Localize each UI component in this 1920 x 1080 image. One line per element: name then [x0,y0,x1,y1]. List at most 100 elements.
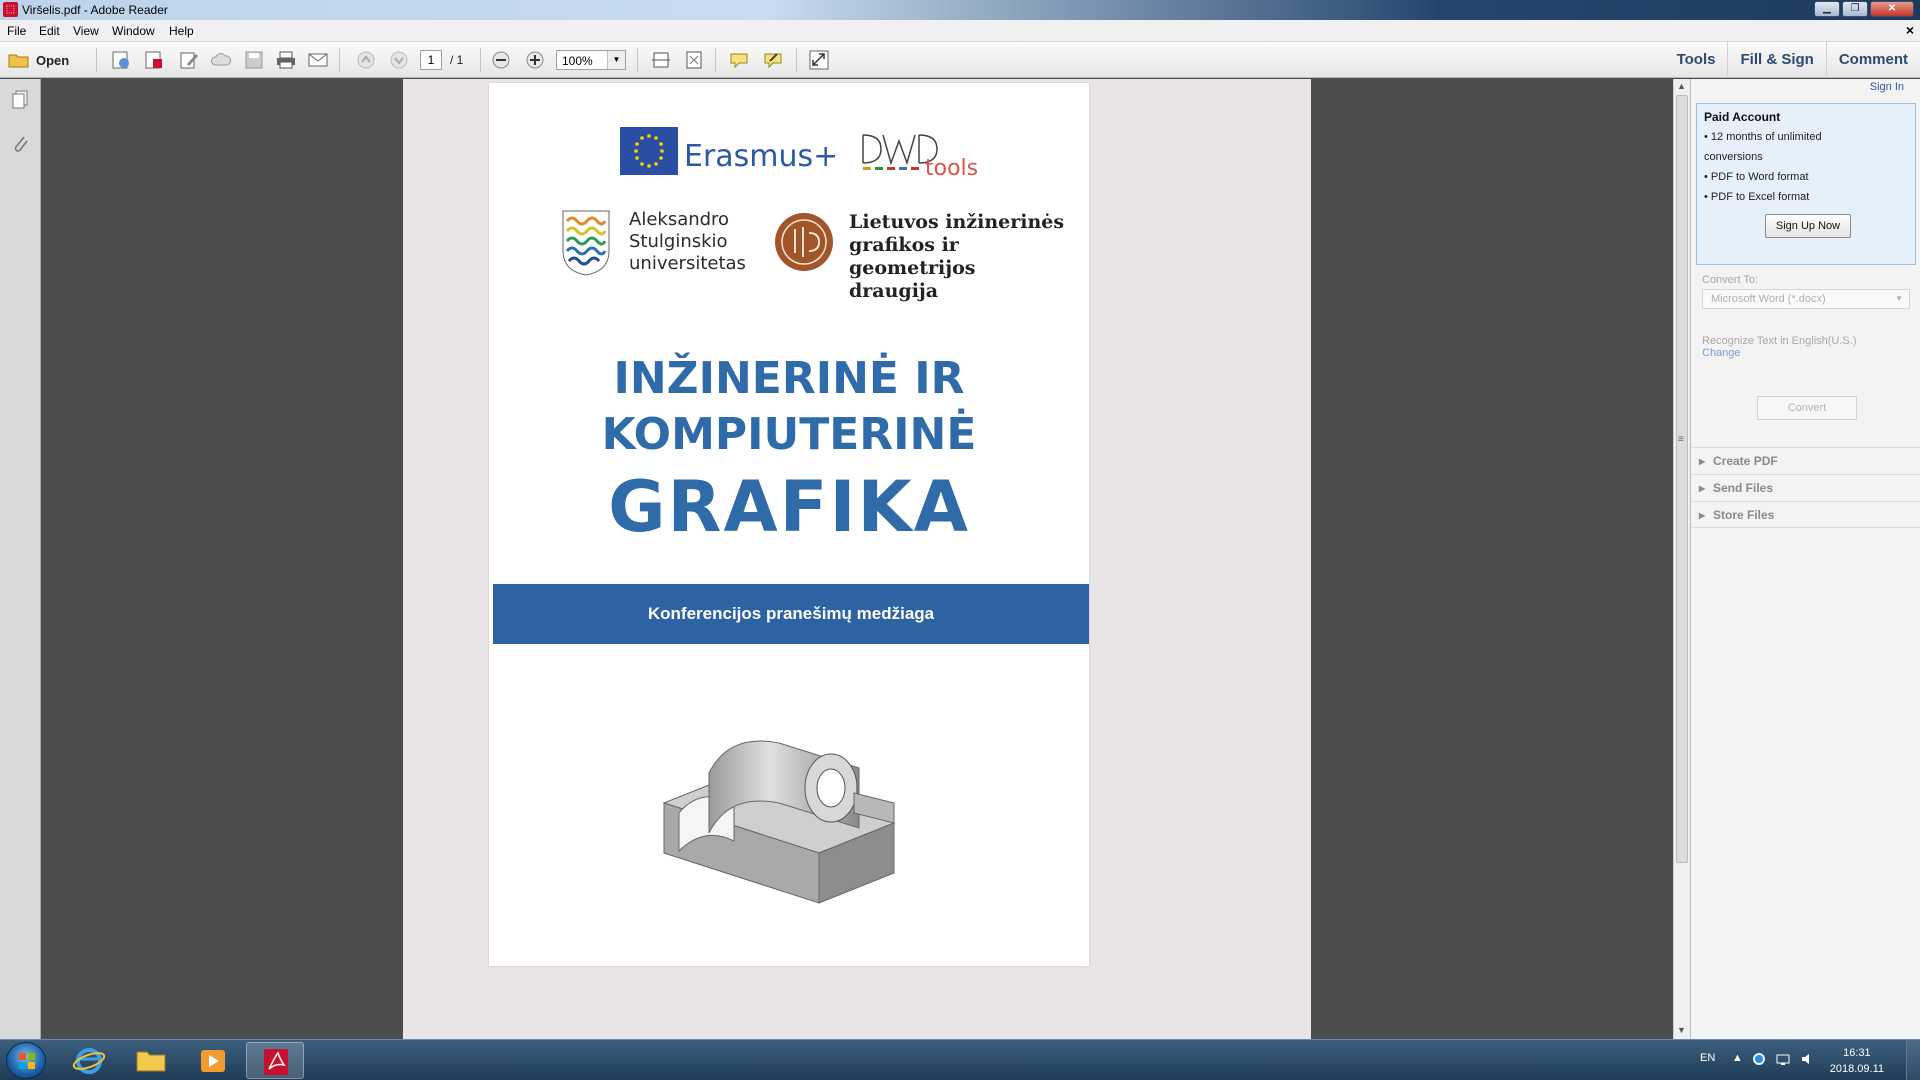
section-store-files[interactable]: ▶ Store Files [1691,501,1920,528]
network-icon[interactable] [1776,1052,1790,1069]
edit-document-icon[interactable] [178,50,200,70]
skype-icon[interactable] [1752,1052,1766,1069]
internet-explorer-taskbar-button[interactable] [60,1042,118,1079]
page-number-input[interactable]: 1 [420,50,442,70]
paid-feature-line: • 12 months of unlimited [1704,131,1822,143]
scroll-down-icon[interactable]: ▼ [1677,1025,1686,1035]
menu-file[interactable]: File [7,24,26,38]
paid-account-title: Paid Account [1704,110,1781,124]
adobe-reader-taskbar-button[interactable] [246,1042,304,1079]
university-name: Aleksandro Stulginskio universitetas [629,209,746,275]
change-language-link[interactable]: Change [1702,347,1741,359]
zoom-out-icon[interactable] [490,50,512,70]
chevron-right-icon: ▶ [1699,484,1706,493]
section-create-pdf[interactable]: ▶ Create PDF [1691,447,1920,474]
convert-format-value: Microsoft Word (*.docx) [1711,293,1826,305]
society-name-line: draugija [849,280,939,302]
section-label: Create PDF [1713,454,1778,468]
scrollbar-thumb[interactable] [1676,95,1688,863]
tab-tools[interactable]: Tools [1665,42,1728,78]
tools-pane: Sign In Paid Account • 12 months of unli… [1690,79,1920,1039]
save-icon[interactable] [243,50,265,70]
toolbar-separator [796,48,797,72]
system-tray: EN ▲ 16:31 2018.09.11 [1660,1040,1920,1080]
society-name-line: grafikos ir geometrijos [849,234,976,279]
convert-button[interactable]: Convert [1757,396,1857,420]
expand-icon[interactable] [808,50,830,70]
eu-flag-logo [620,127,678,175]
taskbar-clock[interactable]: 16:31 2018.09.11 [1830,1045,1884,1077]
main-toolbar: Open 1 / 1 100% ▼ Tools Fill & Sign Comm… [0,42,1920,78]
file-explorer-taskbar-button[interactable] [122,1042,180,1079]
window-titlebar[interactable]: ⬚ Viršelis.pdf - Adobe Reader ▁ ❐ ✕ [0,0,1920,20]
show-desktop-button[interactable] [1906,1040,1920,1080]
folder-icon [136,1051,166,1072]
tab-comment[interactable]: Comment [1825,42,1920,78]
document-viewer[interactable]: Erasmus+ tools Aleksandro Stulginskio un… [41,79,1673,1039]
close-button[interactable]: ✕ [1870,1,1914,17]
tab-fill-sign[interactable]: Fill & Sign [1727,42,1825,78]
windows-taskbar: EN ▲ 16:31 2018.09.11 [0,1039,1920,1080]
chevron-down-icon[interactable]: ▼ [607,51,625,69]
right-pane-tabs: Tools Fill & Sign Comment [1665,42,1920,78]
restore-button[interactable]: ❐ [1842,1,1868,17]
toolbar-separator [339,48,340,72]
fit-page-icon[interactable] [683,50,705,70]
previous-page-icon[interactable] [355,50,377,70]
show-hidden-icons-icon[interactable]: ▲ [1732,1052,1743,1064]
clock-date: 2018.09.11 [1829,1063,1884,1075]
highlight-icon[interactable] [762,50,784,70]
paid-feature-line: conversions [1704,151,1763,163]
volume-icon[interactable] [1800,1052,1814,1069]
pdf-export-icon[interactable] [143,50,165,70]
menu-edit[interactable]: Edit [39,24,60,38]
page-thumbnails-icon[interactable] [10,89,30,111]
convert-to-label: Convert To: [1702,274,1759,286]
menu-help[interactable]: Help [169,24,194,38]
folder-icon [8,54,29,68]
email-icon[interactable] [307,50,329,70]
start-button[interactable] [6,1042,46,1079]
media-player-taskbar-button[interactable] [184,1042,242,1079]
next-page-icon[interactable] [388,50,410,70]
attachments-icon[interactable] [10,133,30,155]
cover-title-line-1: INŽINERINĖ IR [613,353,965,404]
adobe-reader-icon: ⬚ [3,2,18,17]
convert-format-select[interactable]: Microsoft Word (*.docx) ▼ [1702,289,1910,309]
menu-bar: File Edit View Window Help × [0,20,1920,42]
sign-in-link[interactable]: Sign In [1870,81,1904,93]
menu-view[interactable]: View [73,24,99,38]
zoom-in-icon[interactable] [524,50,546,70]
cover-subtitle-banner: Konferencijos pranešimų medžiaga [493,584,1089,644]
comment-icon[interactable] [728,50,750,70]
page-total: / 1 [450,53,464,67]
menu-window[interactable]: Window [112,24,155,38]
mechanical-part-illustration [659,693,909,908]
zoom-level-select[interactable]: 100% ▼ [556,50,626,70]
university-name-line: universitetas [629,253,746,274]
toolbar-separator [637,48,638,72]
section-send-files[interactable]: ▶ Send Files [1691,474,1920,501]
chevron-right-icon: ▶ [1699,511,1706,520]
cover-title-line-3: GRAFIKA [608,466,970,548]
scroll-up-icon[interactable]: ▲ [1677,81,1686,91]
sign-up-now-button[interactable]: Sign Up Now [1765,214,1851,238]
vertical-scrollbar[interactable]: ▲ ≡ ▼ [1673,79,1690,1039]
minimize-button[interactable]: ▁ [1814,1,1840,17]
paid-account-box: Paid Account • 12 months of unlimited co… [1696,103,1916,265]
adobe-reader-icon [264,1049,288,1075]
language-indicator[interactable]: EN [1700,1052,1715,1064]
create-pdf-icon[interactable] [110,50,132,70]
cover-title-line-2: KOMPIUTERINĖ [601,409,977,460]
cloud-upload-icon[interactable] [210,50,232,70]
erasmus-logo-text: Erasmus+ [684,139,839,174]
open-button-label: Open [36,52,70,68]
society-name: Lietuvos inžinerinės grafikos ir geometr… [849,211,1089,303]
document-close-icon[interactable]: × [1906,22,1914,38]
print-icon[interactable] [275,50,297,70]
fit-width-icon[interactable] [650,50,672,70]
open-button[interactable]: Open [8,50,69,70]
university-name-line: Stulginskio [629,231,728,252]
toolbar-separator [480,48,481,72]
ligd-society-logo [773,211,835,273]
